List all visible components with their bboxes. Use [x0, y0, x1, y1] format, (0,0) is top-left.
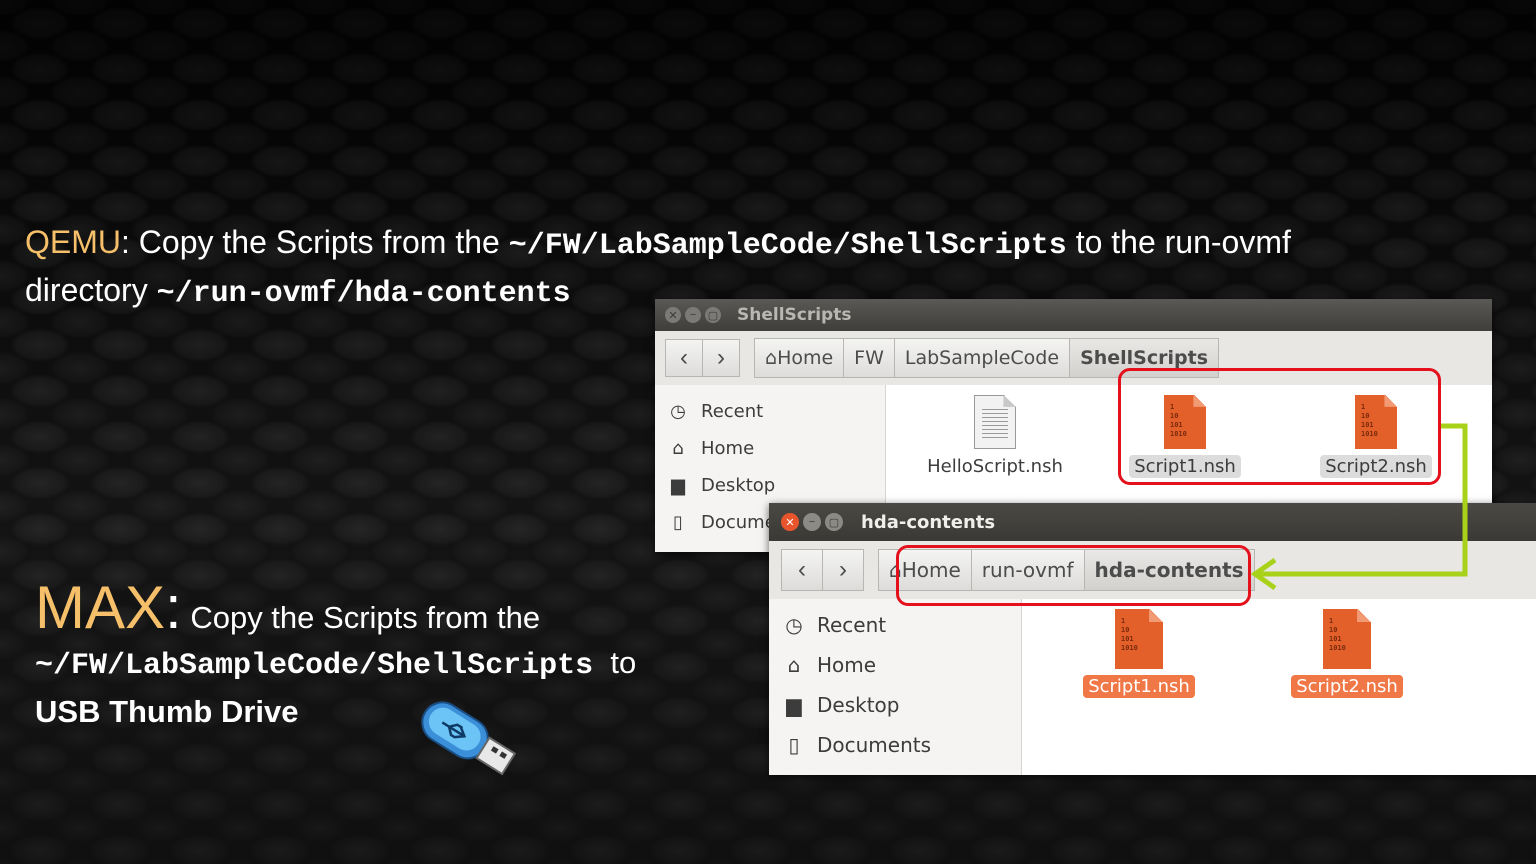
sidebar-item-recent[interactable]: ◷ Recent: [655, 393, 885, 430]
maximize-icon[interactable]: ▢: [825, 513, 843, 531]
home-icon: ⌂: [787, 653, 801, 677]
file-helloscript[interactable]: HelloScript.nsh: [925, 395, 1065, 478]
forward-button[interactable]: ›: [703, 339, 740, 377]
clock-icon: ◷: [670, 401, 686, 422]
window-title: hda-contents: [861, 511, 996, 533]
back-button[interactable]: ‹: [665, 339, 703, 377]
file-name: Script2.nsh: [1291, 675, 1403, 698]
minimize-icon[interactable]: −: [685, 307, 701, 323]
copy-arrow: [1250, 423, 1468, 590]
max-instruction: MAX: Copy the Scripts from the ~/FW/LabS…: [35, 578, 636, 734]
file-name: Script1.nsh: [1083, 675, 1195, 698]
qemu-source-path: ~/FW/LabSampleCode/ShellScripts: [508, 229, 1067, 263]
close-icon[interactable]: ✕: [781, 513, 799, 531]
document-icon: ▯: [788, 733, 800, 757]
sidebar-item-home[interactable]: ⌂ Home: [655, 430, 885, 467]
maximize-icon[interactable]: ▢: [705, 307, 721, 323]
minimize-icon[interactable]: −: [803, 513, 821, 531]
file-script1[interactable]: 1 10 101 1010 Script1.nsh: [1069, 609, 1209, 698]
usb-drive-icon: [421, 701, 517, 776]
qemu-text-1: : Copy the Scripts from the: [121, 224, 509, 260]
qemu-text-3: directory: [25, 272, 157, 308]
text-file-icon: [974, 395, 1016, 449]
max-colon: :: [165, 574, 182, 641]
max-source-path: ~/FW/LabSampleCode/ShellScripts: [35, 649, 594, 683]
hda-sidebar: ◷ Recent ⌂ Home ▆ Desktop ▯ Documents: [769, 599, 1022, 775]
home-icon: ⌂: [765, 347, 778, 369]
breadcrumb-home[interactable]: ⌂ Home: [754, 338, 845, 378]
sidebar-item-desktop[interactable]: ▆ Desktop: [655, 467, 885, 504]
sidebar-item-documents[interactable]: ▯ Documents: [769, 725, 1021, 765]
max-destination: USB Thumb Drive: [35, 694, 299, 729]
sidebar-item-recent[interactable]: ◷ Recent: [769, 605, 1021, 645]
breadcrumb-labsamplecode[interactable]: LabSampleCode: [894, 338, 1071, 378]
home-icon: ⌂: [672, 438, 684, 459]
close-icon[interactable]: ✕: [665, 307, 681, 323]
shellscripts-titlebar: ✕ − ▢ ShellScripts: [655, 299, 1492, 331]
qemu-label: QEMU: [25, 224, 121, 260]
destination-path-highlight: [896, 545, 1251, 606]
file-script2[interactable]: 1 10 101 1010 Script2.nsh: [1277, 609, 1417, 698]
max-text-1: Copy the Scripts from the: [190, 600, 541, 635]
max-to: to: [610, 645, 637, 680]
clock-icon: ◷: [785, 613, 803, 637]
folder-icon: ▆: [671, 475, 685, 496]
binary-file-icon: 1 10 101 1010: [1115, 609, 1163, 669]
breadcrumb-fw[interactable]: FW: [844, 338, 895, 378]
forward-button[interactable]: ›: [823, 549, 864, 591]
qemu-text-2: to the run-ovmf: [1075, 224, 1291, 260]
back-button[interactable]: ‹: [781, 549, 823, 591]
sidebar-item-desktop[interactable]: ▆ Desktop: [769, 685, 1021, 725]
max-label: MAX: [35, 574, 166, 641]
window-title: ShellScripts: [737, 305, 852, 325]
binary-file-icon: 1 10 101 1010: [1323, 609, 1371, 669]
file-name: HelloScript.nsh: [927, 456, 1063, 477]
qemu-dest-path: ~/run-ovmf/hda-contents: [156, 277, 571, 311]
folder-icon: ▆: [786, 693, 802, 717]
sidebar-item-home[interactable]: ⌂ Home: [769, 645, 1021, 685]
document-icon: ▯: [673, 512, 683, 533]
